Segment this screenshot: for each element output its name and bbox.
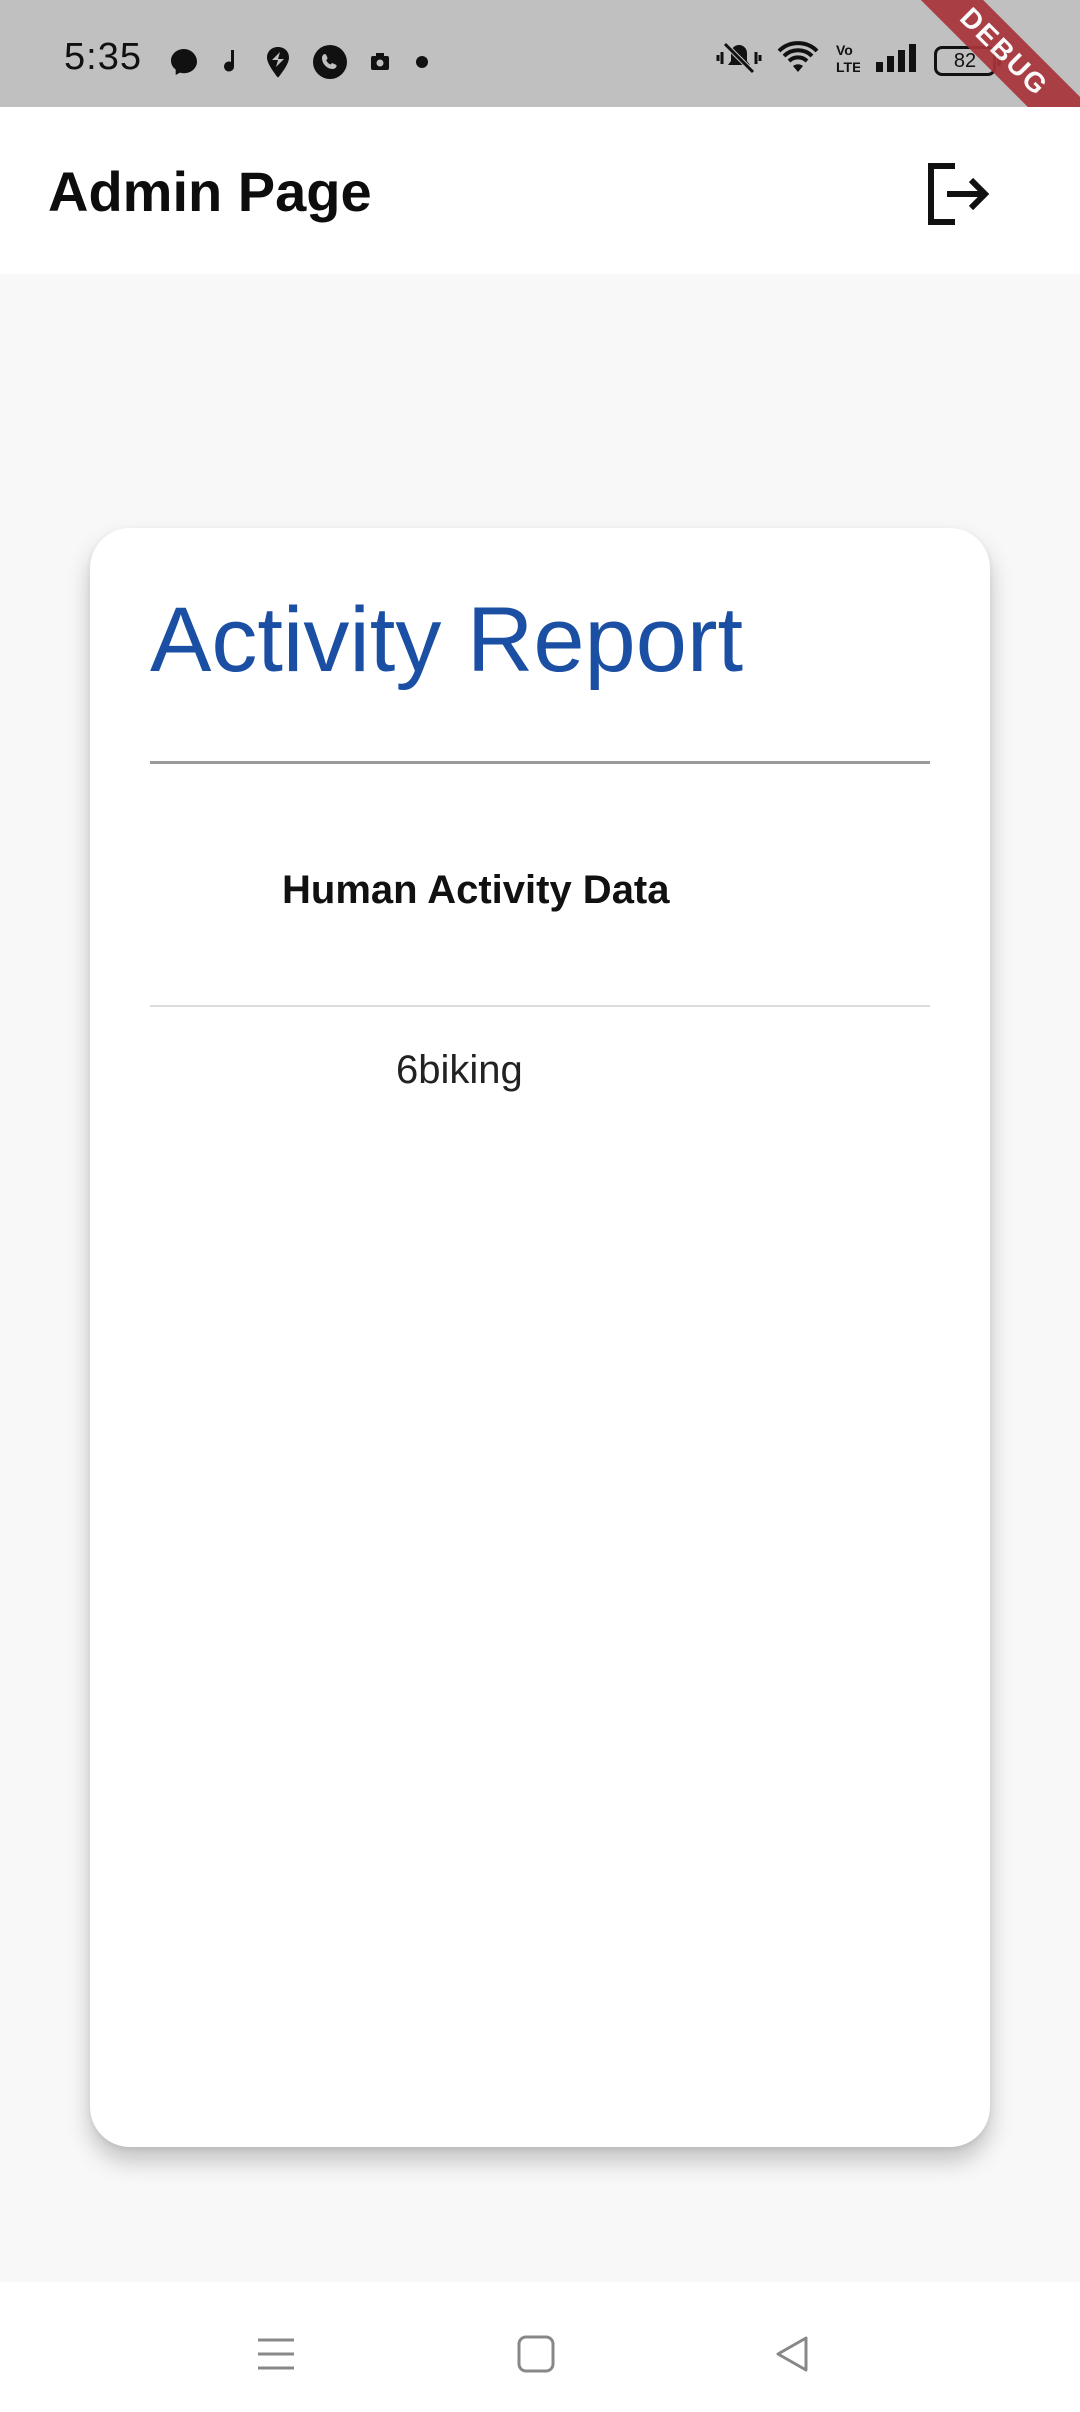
vibrate-icon (716, 40, 762, 81)
card-title: Activity Report (150, 589, 744, 691)
notification-icons (168, 44, 432, 85)
status-bar: 5:35 Vo LTE 82 DEBUG (0, 0, 1080, 107)
system-icons: Vo LTE 82 (716, 40, 1001, 81)
back-button[interactable] (752, 2314, 832, 2394)
app-bar: Admin Page (0, 107, 1080, 274)
svg-text:LTE: LTE (836, 59, 860, 75)
table-cell: 6biking (396, 1048, 523, 1092)
status-time: 5:35 (64, 36, 142, 78)
system-nav-bar (0, 2282, 1080, 2412)
dot-icon (412, 52, 432, 77)
messenger-icon (168, 46, 200, 83)
phone-icon (312, 44, 348, 85)
volte-icon: Vo LTE (834, 40, 861, 81)
activity-report-card: Activity Report Human Activity Data 6bik… (90, 528, 990, 2147)
column-header: Human Activity Data (282, 868, 670, 912)
signal-icon (874, 42, 920, 79)
menu-icon (258, 2338, 294, 2370)
svg-text:Vo: Vo (836, 42, 853, 58)
title-divider (150, 761, 930, 764)
logout-icon (928, 163, 990, 225)
back-icon (776, 2336, 808, 2372)
menu-button[interactable] (236, 2314, 316, 2394)
home-button[interactable] (496, 2314, 576, 2394)
table-row: 6biking (150, 1048, 930, 1108)
page-title: Admin Page (48, 160, 372, 223)
camera-icon (368, 50, 392, 79)
home-icon (517, 2335, 555, 2373)
header-divider (150, 1005, 930, 1007)
music-icon (220, 46, 244, 83)
logout-button[interactable] (912, 149, 1002, 239)
swiggy-icon (264, 45, 292, 84)
wifi-icon (776, 40, 820, 81)
